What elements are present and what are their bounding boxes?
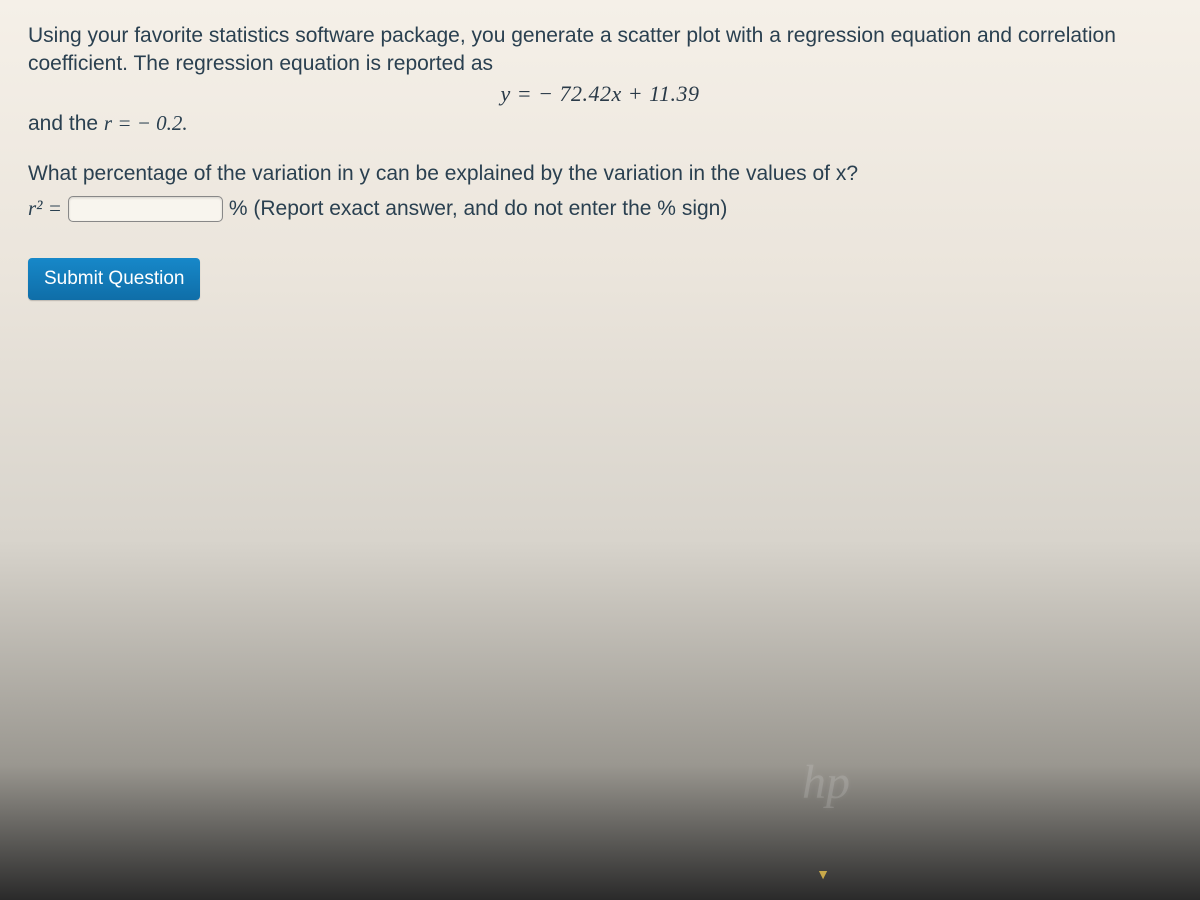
r-line-prefix: and the bbox=[28, 112, 104, 135]
answer-hint: % (Report exact answer, and do not enter… bbox=[229, 197, 727, 221]
scroll-down-icon: ▼ bbox=[816, 866, 830, 882]
answer-row: r² = % (Report exact answer, and do not … bbox=[28, 196, 1172, 222]
r-squared-input[interactable] bbox=[68, 196, 223, 222]
r-expression: r = − 0.2. bbox=[104, 111, 188, 135]
variation-question: What percentage of the variation in y ca… bbox=[28, 162, 1172, 186]
submit-question-button[interactable]: Submit Question bbox=[28, 258, 200, 300]
r-squared-label: r² = bbox=[28, 196, 62, 221]
hp-watermark: hp bbox=[802, 755, 850, 810]
correlation-coefficient-line: and the r = − 0.2. bbox=[28, 111, 1172, 136]
question-prompt-line1: Using your favorite statistics software … bbox=[28, 22, 1172, 79]
regression-equation: y = − 72.42x + 11.39 bbox=[28, 81, 1172, 107]
